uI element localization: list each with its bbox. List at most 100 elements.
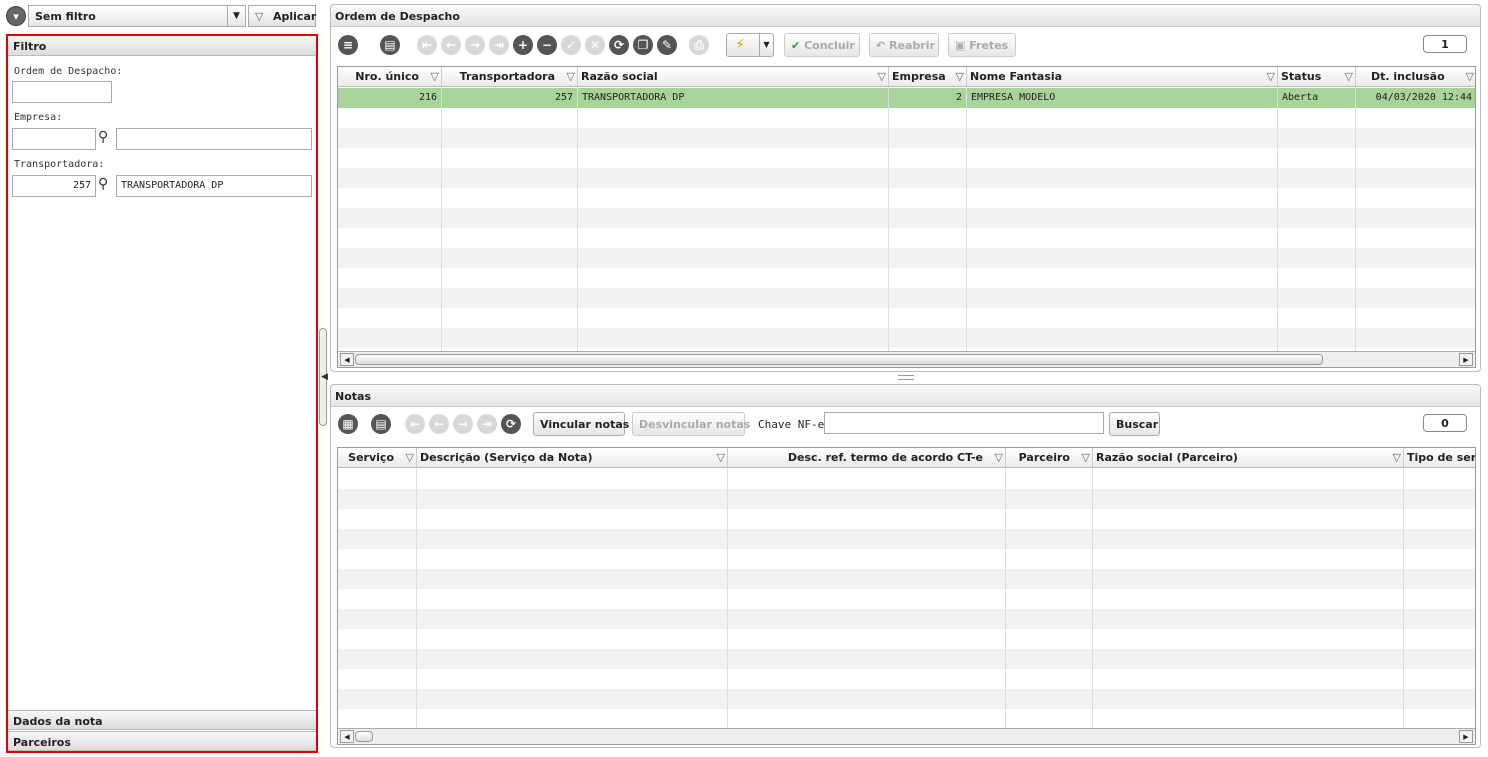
next-record-icon[interactable]: → [453,414,473,434]
cell-transportadora: 257 [442,88,578,108]
scroll-left-icon[interactable]: ◀ [340,353,354,366]
empty-row [338,549,1475,569]
transportadora-name-input[interactable]: TRANSPORTADORA DP [116,175,312,197]
vertical-splitter-handle[interactable] [898,375,914,380]
col-descricao[interactable]: Descrição (Serviço da Nota) ▽ [417,448,728,468]
filter-icon[interactable]: ▽ [717,451,725,464]
fretes-label: Fretes [969,39,1009,52]
section-dados-da-nota[interactable]: Dados da nota [8,710,316,730]
desvincular-notas-button[interactable]: Desvincular notas [632,412,750,436]
print-icon[interactable]: ⎙ [689,35,709,55]
empty-row [338,529,1475,549]
ordem-input[interactable] [12,81,112,103]
col-parceiro[interactable]: Parceiro ▽ [1006,448,1093,468]
filter-icon[interactable]: ▽ [878,70,886,83]
filter-icon[interactable]: ▽ [1345,70,1353,83]
filter-icon[interactable]: ▽ [406,451,414,464]
col-label: Status [1281,70,1322,83]
transportadora-search-icon[interactable]: ⚲ [98,176,116,194]
buscar-button[interactable]: Buscar [1109,412,1160,436]
empty-row [338,328,1475,348]
filter-icon[interactable]: ▽ [1267,70,1275,83]
col-dt-inclusao[interactable]: Dt. inclusão ▽ [1356,67,1475,87]
horizontal-scrollbar[interactable]: ◀ ▶ [338,351,1475,367]
col-desc-ref[interactable]: Desc. ref. termo de acordo CT-e ▽ [728,448,1006,468]
empresa-code-input[interactable] [12,128,96,150]
col-servico[interactable]: Serviço ▽ [338,448,417,468]
empty-row [338,268,1475,288]
col-status[interactable]: Status ▽ [1278,67,1356,87]
copy-icon[interactable]: ▤ [371,414,391,434]
confirm-icon[interactable]: ✓ [561,35,581,55]
remove-icon[interactable]: − [537,35,557,55]
col-nro-unico[interactable]: Nro. único ▽ [338,67,442,87]
refresh-icon[interactable]: ⟳ [501,414,521,434]
previous-record-icon[interactable]: ← [441,35,461,55]
col-empresa[interactable]: Empresa ▽ [889,67,967,87]
last-record-icon[interactable]: ⇥ [489,35,509,55]
first-record-icon[interactable]: ⇤ [417,35,437,55]
filter-panel-title[interactable]: Filtro [8,36,316,56]
col-label: Descrição (Serviço da Nota) [420,451,593,464]
empty-row [338,208,1475,228]
empresa-label: Empresa: [14,112,63,123]
apply-filter-button[interactable]: ▽ Aplicar [248,5,316,27]
last-record-icon[interactable]: ⇥ [477,414,497,434]
filter-icon[interactable]: ▽ [1082,451,1090,464]
empresa-search-icon[interactable]: ⚲ [98,129,116,147]
filter-panel: Filtro Ordem de Despacho: Empresa: ⚲ Tra… [6,34,318,753]
cancel-icon[interactable]: ✕ [585,35,605,55]
filter-icon[interactable]: ▽ [956,70,964,83]
filter-icon[interactable]: ▽ [1393,451,1401,464]
scroll-right-icon[interactable]: ▶ [1459,730,1473,743]
duplicate-icon[interactable]: ❐ [633,35,653,55]
filter-toggle-icon[interactable]: ▾ [6,6,26,26]
empresa-name-input[interactable] [116,128,312,150]
horizontal-scrollbar[interactable]: ◀ ▶ [338,728,1475,744]
menu-icon[interactable]: ≡ [338,35,358,55]
section-parceiros[interactable]: Parceiros [8,731,316,751]
filter-selector[interactable]: Sem filtro ▼ [28,5,246,27]
filter-sidebar: ▾ Sem filtro ▼ ▽ Aplicar Filtro Ordem de… [0,0,328,757]
col-transportadora[interactable]: Transportadora ▽ [442,67,578,87]
col-label: Nome Fantasia [970,70,1063,83]
scroll-thumb[interactable] [355,731,373,742]
collapse-arrow-icon[interactable]: ◀ [321,372,328,382]
empty-row [338,569,1475,589]
first-record-icon[interactable]: ⇤ [405,414,425,434]
col-nome-fantasia[interactable]: Nome Fantasia ▽ [967,67,1278,87]
reabrir-button[interactable]: ↶ Reabrir [869,33,939,57]
grid-view-icon[interactable]: ▦ [338,414,358,434]
empty-row [338,609,1475,629]
empty-row [338,248,1475,268]
edit-icon[interactable]: ✎ [657,35,677,55]
concluir-button[interactable]: ✔ Concluir [784,33,860,57]
col-label: Transportadora [459,70,555,83]
cell-empresa: 2 [889,88,967,108]
refresh-icon[interactable]: ⟳ [609,35,629,55]
filter-icon[interactable]: ▽ [431,70,439,83]
scroll-right-icon[interactable]: ▶ [1459,353,1473,366]
previous-record-icon[interactable]: ← [429,414,449,434]
filter-icon[interactable]: ▽ [995,451,1003,464]
dropdown-arrow-icon[interactable]: ▼ [227,6,245,26]
col-tipo-servico[interactable]: Tipo de servi [1404,448,1475,468]
transportadora-code-input[interactable]: 257 [12,175,96,197]
vincular-notas-button[interactable]: Vincular notas [533,412,629,436]
col-razao-social[interactable]: Razão social ▽ [578,67,889,87]
actions-lightning-button[interactable]: ⚡ ▼ [726,33,774,57]
fretes-button[interactable]: ▣ Fretes [948,33,1016,57]
add-icon[interactable]: + [513,35,533,55]
empty-row [338,308,1475,328]
next-record-icon[interactable]: → [465,35,485,55]
col-razao-parceiro[interactable]: Razão social (Parceiro) ▽ [1093,448,1404,468]
chave-nfe-input[interactable] [824,412,1104,434]
empty-row [338,228,1475,248]
filter-icon[interactable]: ▽ [1466,70,1474,83]
table-row[interactable]: 216 257 TRANSPORTADORA DP 2 EMPRESA MODE… [338,88,1475,108]
scroll-left-icon[interactable]: ◀ [340,730,354,743]
filter-icon[interactable]: ▽ [567,70,575,83]
copy-icon[interactable]: ▤ [380,35,400,55]
scroll-thumb[interactable] [355,354,1323,365]
despacho-grid: Nro. único ▽ Transportadora ▽ Razão social… [337,66,1476,368]
